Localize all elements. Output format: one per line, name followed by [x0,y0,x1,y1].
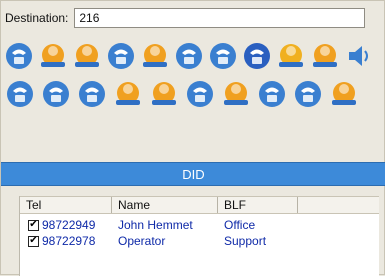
row-checkbox[interactable]: ✔ [28,219,39,231]
name-cell: John Hemmet [118,218,193,232]
phone-reload-icon [176,43,202,69]
tel-cell: ✔ 98722949 [20,218,112,232]
column-header-empty [298,197,379,213]
phone-loop-button[interactable] [255,77,289,111]
user-transfer-icon [41,44,65,67]
row-checkbox[interactable]: ✔ [28,235,39,247]
phone-park-icon [210,43,236,69]
toolbar-row-1 [3,39,373,73]
user-transfer-button[interactable] [37,39,69,73]
did-table: Tel Name BLF ✔ 98722949 John Hemmet Offi… [19,196,379,276]
user-list-icon [313,44,337,67]
table-row[interactable]: ✔ 98722978 Operator Support [20,233,379,249]
user-transfer-alt-button[interactable] [71,39,103,73]
blf-cell: Office [224,218,256,232]
tel-value: 98722949 [42,218,96,232]
column-header-tel[interactable]: Tel [20,197,112,213]
handset-banana-icon [279,44,303,67]
phone-timer-icon [295,81,321,107]
handset-banana-button[interactable] [275,39,307,73]
phone-keypad-icon [6,43,32,69]
card-transfer-icon [79,81,105,107]
phone-arrow-icon [187,81,213,107]
card-transfer-button[interactable] [75,77,109,111]
phone-music-icon [108,43,134,69]
arrow-forward-button[interactable] [39,77,73,111]
user-hold-icon [143,44,167,67]
phone-multi-icon [7,81,33,107]
parking-icon [244,43,270,69]
phone-arrow-button[interactable] [183,77,217,111]
user-eraser-button[interactable] [147,77,181,111]
phone-keypad-button[interactable] [3,39,35,73]
did-header: DID [1,162,385,186]
phone-loop-icon [259,81,285,107]
user-phone-icon [224,82,248,105]
phone-reload-button[interactable] [173,39,205,73]
did-table-header: Tel Name BLF [20,196,379,214]
destination-label: Destination: [5,11,69,25]
column-header-blf[interactable]: BLF [218,197,298,213]
user-forward-icon [116,82,140,105]
arrow-forward-icon [43,81,69,107]
toolbar-row-2 [3,77,373,111]
user-forward-button[interactable] [111,77,145,111]
user-record-button[interactable] [327,77,361,111]
phone-music-button[interactable] [105,39,137,73]
column-header-name[interactable]: Name [112,197,218,213]
user-list-button[interactable] [309,39,341,73]
phone-multi-button[interactable] [3,77,37,111]
speaker-button[interactable] [343,39,375,73]
destination-panel: Destination: DID Tel Name BLF ✔ 98722949… [0,0,385,276]
action-toolbar [3,39,373,159]
phone-timer-button[interactable] [291,77,325,111]
tel-cell: ✔ 98722978 [20,234,112,248]
destination-input[interactable] [74,8,365,28]
blf-cell: Support [224,234,267,248]
user-hold-button[interactable] [139,39,171,73]
name-cell: Operator [118,234,166,248]
did-rows: ✔ 98722949 John Hemmet Office ✔ 98722978… [20,214,379,249]
speaker-icon [349,46,368,66]
phone-park-button[interactable] [207,39,239,73]
user-transfer-alt-icon [75,44,99,67]
parking-button[interactable] [241,39,273,73]
tel-value: 98722978 [42,234,96,248]
user-phone-button[interactable] [219,77,253,111]
destination-row: Destination: [5,7,365,29]
table-row[interactable]: ✔ 98722949 John Hemmet Office [20,217,379,233]
user-record-icon [332,82,356,105]
user-eraser-icon [152,82,176,105]
